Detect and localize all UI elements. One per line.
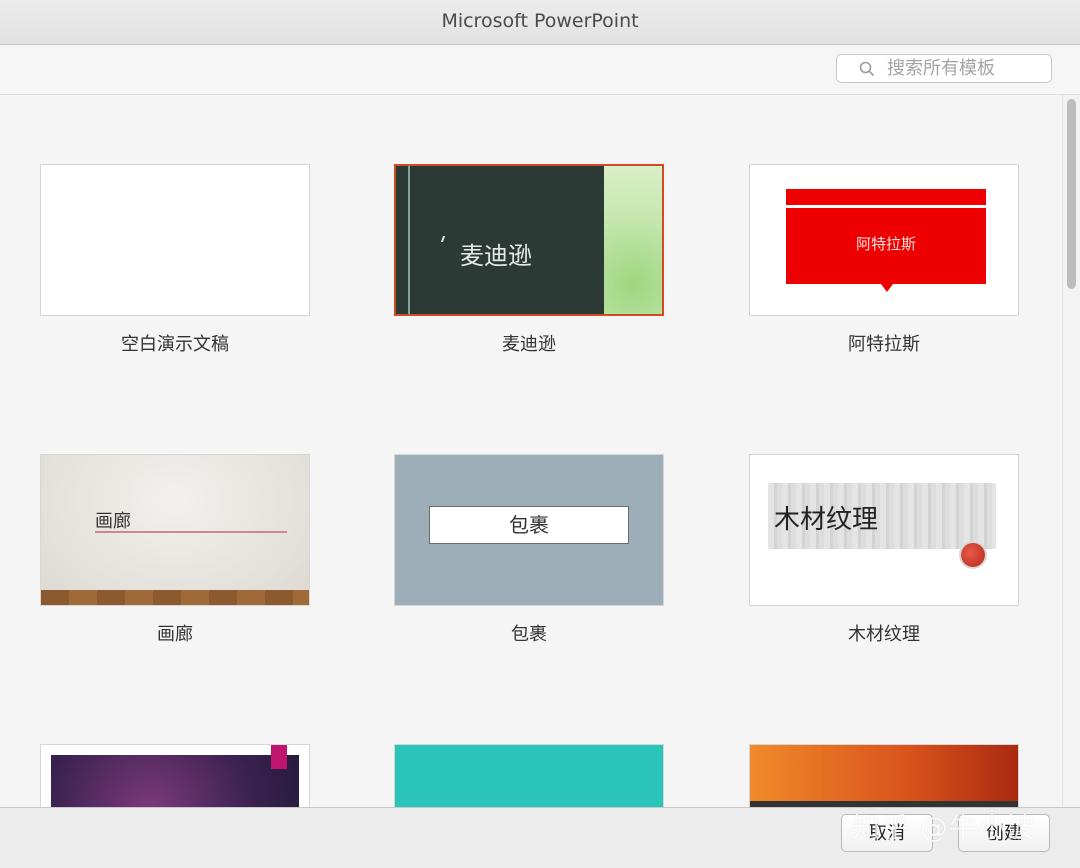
template-thumbnail-teal[interactable] [394, 744, 664, 807]
thumb-stripe [408, 166, 410, 314]
template-card-teal[interactable] [394, 744, 664, 807]
template-card-orange[interactable] [749, 744, 1019, 807]
search-icon [859, 61, 875, 77]
template-thumbnail-atlas[interactable]: 阿特拉斯 [749, 164, 1019, 316]
thumb-magenta-tag [271, 745, 287, 769]
thumb-red-box: 阿特拉斯 [786, 208, 986, 284]
template-thumbnail-wood-type[interactable]: 木材纹理 [749, 454, 1019, 606]
thumb-wood-floor [41, 590, 309, 605]
thumb-pointer [881, 284, 893, 292]
thumb-underline [95, 531, 287, 533]
template-card-package[interactable]: 包裹 包裹 [394, 454, 664, 646]
scrollbar-thumb[interactable] [1067, 99, 1076, 289]
template-thumbnail-package[interactable]: 包裹 [394, 454, 664, 606]
template-card-gallery[interactable]: 画廊 画廊 [40, 454, 310, 646]
thumb-mark [440, 236, 446, 242]
thumb-title: 画廊 [95, 511, 131, 532]
template-label: 麦迪逊 [502, 334, 556, 355]
template-label: 阿特拉斯 [848, 334, 920, 355]
template-card-purple[interactable] [40, 744, 310, 807]
template-thumbnail-orange[interactable] [749, 744, 1019, 807]
template-gallery: 空白演示文稿 麦迪逊 麦迪逊 阿特拉斯 阿特拉斯 画廊 画廊 包裹 包裹 木材纹… [0, 95, 1062, 807]
thumb-title: 麦迪逊 [460, 242, 532, 270]
toolbar: 搜索所有模板 [0, 45, 1080, 95]
thumb-title: 阿特拉斯 [855, 235, 916, 253]
template-thumbnail-madison[interactable]: 麦迪逊 [394, 164, 664, 316]
template-card-wood-type[interactable]: 木材纹理 木材纹理 [749, 454, 1019, 646]
template-label: 画廊 [157, 624, 193, 645]
window-title-bar: Microsoft PowerPoint [0, 0, 1080, 45]
template-card-blank[interactable]: 空白演示文稿 [40, 164, 310, 356]
vertical-scrollbar[interactable] [1062, 95, 1080, 807]
template-card-atlas[interactable]: 阿特拉斯 阿特拉斯 [749, 164, 1019, 356]
search-input[interactable]: 搜索所有模板 [836, 54, 1052, 83]
template-label: 空白演示文稿 [121, 334, 229, 355]
thumb-title: 包裹 [429, 506, 629, 544]
search-placeholder: 搜索所有模板 [887, 58, 995, 79]
thumb-green-panel [604, 166, 662, 314]
watermark: 知乎 @牛小波 [852, 811, 1036, 844]
template-thumbnail-blank[interactable] [40, 164, 310, 316]
template-label: 包裹 [511, 624, 547, 645]
template-thumbnail-purple[interactable] [40, 744, 310, 807]
template-label: 木材纹理 [848, 624, 920, 645]
template-thumbnail-gallery[interactable]: 画廊 [40, 454, 310, 606]
thumb-red-bar [786, 189, 986, 205]
template-card-madison[interactable]: 麦迪逊 麦迪逊 [394, 164, 664, 356]
thumb-purple-panel [51, 755, 299, 807]
thumb-red-seal [961, 543, 985, 567]
thumb-title: 木材纹理 [774, 505, 879, 535]
window-title: Microsoft PowerPoint [441, 10, 639, 32]
